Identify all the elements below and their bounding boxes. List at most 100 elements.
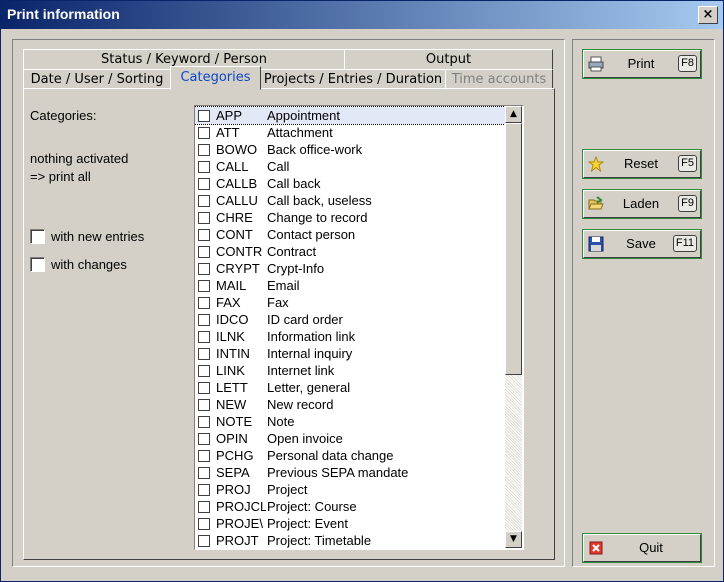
tab-date-user-sorting[interactable]: Date / User / Sorting	[23, 69, 171, 90]
category-checkbox[interactable]	[198, 280, 210, 292]
category-checkbox[interactable]	[198, 127, 210, 139]
category-checkbox[interactable]	[198, 433, 210, 445]
category-description: Back office-work	[267, 142, 363, 157]
tab-projects-entries-duration[interactable]: Projects / Entries / Duration	[260, 69, 446, 90]
category-checkbox[interactable]	[198, 501, 210, 513]
category-list-item[interactable]: IDCO ID card order	[195, 311, 505, 328]
category-description: Fax	[267, 295, 289, 310]
save-shortcut: F11	[672, 235, 697, 252]
category-code: MAIL	[216, 278, 247, 293]
reset-button-label: Reset	[624, 156, 658, 171]
tab-output[interactable]: Output	[344, 49, 553, 70]
category-checkbox[interactable]	[198, 161, 210, 173]
title-bar[interactable]: Print information ×	[1, 1, 723, 29]
vertical-scrollbar[interactable]: ▲ ▼	[505, 106, 522, 548]
category-description: Internal inquiry	[267, 346, 353, 361]
category-checkbox[interactable]	[198, 518, 210, 530]
category-description: Attachment	[267, 125, 333, 140]
category-code: CONTR	[216, 244, 263, 259]
category-code: FAX	[216, 295, 241, 310]
laden-button[interactable]: Laden F9	[583, 190, 701, 218]
print-shortcut: F8	[678, 55, 697, 72]
category-list-item[interactable]: CALLB Call back	[195, 175, 505, 192]
category-list-item[interactable]: INTIN Internal inquiry	[195, 345, 505, 362]
category-checkbox[interactable]	[198, 450, 210, 462]
category-list-item[interactable]: PROJCL Project: Course	[195, 498, 505, 515]
category-checkbox[interactable]	[198, 263, 210, 275]
category-list-item[interactable]: APP Appointment	[195, 106, 506, 125]
category-code: PROJ	[216, 482, 251, 497]
category-list-item[interactable]: MAIL Email	[195, 277, 505, 294]
category-list-item[interactable]: NOTE Note	[195, 413, 505, 430]
category-description: Project	[267, 482, 308, 497]
scrollbar-thumb[interactable]	[505, 123, 522, 375]
category-list-item[interactable]: LETT Letter, general	[195, 379, 505, 396]
category-code: ATT	[216, 125, 240, 140]
category-list-item[interactable]: CRYPT Crypt-Info	[195, 260, 505, 277]
print-button[interactable]: Print F8	[583, 50, 701, 78]
categories-listbox[interactable]: APP Appointment ATT Attachment BOWO Back offi…	[194, 105, 524, 550]
category-list-item[interactable]: SEPA Previous SEPA mandate	[195, 464, 505, 481]
category-checkbox[interactable]	[198, 178, 210, 190]
category-checkbox[interactable]	[198, 246, 210, 258]
category-checkbox[interactable]	[198, 467, 210, 479]
status-text-line1: nothing activated	[30, 151, 129, 166]
category-list-item[interactable]: PROJE\ Project: Event	[195, 515, 505, 532]
category-list-item[interactable]: LINK Internet link	[195, 362, 505, 379]
category-list-item[interactable]: PROJ Project	[195, 481, 505, 498]
category-checkbox[interactable]	[198, 348, 210, 360]
close-button[interactable]: ×	[698, 6, 718, 24]
category-list-item[interactable]: FAX Fax	[195, 294, 505, 311]
category-description: Project: Event	[267, 516, 348, 531]
category-list-item[interactable]: PCHG Personal data change	[195, 447, 505, 464]
category-code: PCHG	[216, 448, 254, 463]
category-code: CONT	[216, 227, 253, 242]
category-checkbox[interactable]	[198, 110, 210, 122]
category-code: PROJCL	[216, 499, 266, 514]
category-checkbox[interactable]	[198, 195, 210, 207]
save-button-label: Save	[626, 236, 656, 251]
category-list-item[interactable]: ILNK Information link	[195, 328, 505, 345]
reset-shortcut: F5	[678, 155, 697, 172]
category-list-item[interactable]: NEW New record	[195, 396, 505, 413]
category-checkbox[interactable]	[198, 229, 210, 241]
category-list-item[interactable]: CONTR Contract	[195, 243, 505, 260]
scroll-up-arrow-icon[interactable]: ▲	[505, 106, 522, 123]
scroll-down-arrow-icon[interactable]: ▼	[505, 531, 522, 548]
reset-button[interactable]: Reset F5	[583, 150, 701, 178]
status-text-line2: => print all	[30, 169, 91, 184]
category-code: OPIN	[216, 431, 248, 446]
category-list-item[interactable]: CHRE Change to record	[195, 209, 505, 226]
category-list-item[interactable]: CONT Contact person	[195, 226, 505, 243]
save-button[interactable]: Save F11	[583, 230, 701, 258]
category-list-item[interactable]: ATT Attachment	[195, 124, 505, 141]
category-code: PROJT	[216, 533, 259, 548]
category-list-item[interactable]: CALL Call	[195, 158, 505, 175]
action-panel	[572, 39, 715, 567]
with-new-entries-checkbox[interactable]	[30, 229, 45, 244]
category-checkbox[interactable]	[198, 331, 210, 343]
category-checkbox[interactable]	[198, 297, 210, 309]
categories-label: Categories:	[30, 108, 97, 123]
quit-button[interactable]: Quit	[583, 534, 701, 562]
category-checkbox[interactable]	[198, 416, 210, 428]
quit-button-label: Quit	[639, 540, 663, 555]
category-description: Open invoice	[267, 431, 343, 446]
category-description: Letter, general	[267, 380, 351, 395]
category-checkbox[interactable]	[198, 144, 210, 156]
laden-shortcut: F9	[678, 195, 697, 212]
category-checkbox[interactable]	[198, 365, 210, 377]
category-checkbox[interactable]	[198, 399, 210, 411]
category-checkbox[interactable]	[198, 212, 210, 224]
tab-categories[interactable]: Categories	[170, 66, 261, 90]
category-list-item[interactable]: CALLU Call back, useless	[195, 192, 505, 209]
category-checkbox[interactable]	[198, 484, 210, 496]
with-changes-checkbox[interactable]	[30, 257, 45, 272]
category-checkbox[interactable]	[198, 382, 210, 394]
category-checkbox[interactable]	[198, 535, 210, 547]
category-description: Project: Course	[267, 499, 357, 514]
category-list-item[interactable]: BOWO Back office-work	[195, 141, 505, 158]
category-checkbox[interactable]	[198, 314, 210, 326]
category-list-item[interactable]: PROJT Project: Timetable	[195, 532, 505, 549]
category-list-item[interactable]: OPIN Open invoice	[195, 430, 505, 447]
